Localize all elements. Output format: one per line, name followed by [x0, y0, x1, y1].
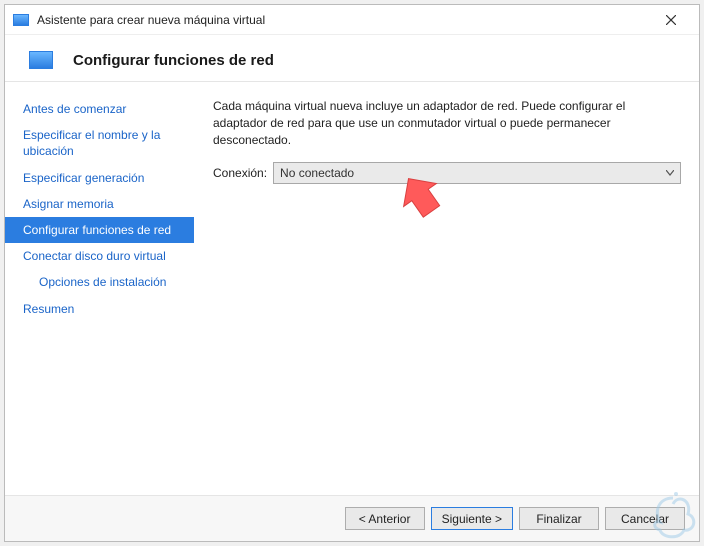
page-title: Configurar funciones de red	[73, 52, 274, 69]
sidebar-step-6[interactable]: Opciones de instalación	[5, 269, 194, 295]
description-text: Cada máquina virtual nueva incluye un ad…	[213, 98, 681, 148]
sidebar-step-1[interactable]: Especificar el nombre y la ubicación	[5, 122, 194, 164]
annotation-arrow-icon	[395, 170, 445, 220]
main-panel: Cada máquina virtual nueva incluye un ad…	[195, 82, 699, 495]
connection-row: Conexión: No conectado	[213, 162, 681, 184]
connection-label: Conexión:	[213, 166, 267, 180]
connection-value: No conectado	[280, 166, 666, 180]
sidebar-step-7[interactable]: Resumen	[5, 296, 194, 322]
wizard-footer: < Anterior Siguiente > Finalizar Cancela…	[5, 495, 699, 541]
sidebar-step-5[interactable]: Conectar disco duro virtual	[5, 243, 194, 269]
previous-button[interactable]: < Anterior	[345, 507, 425, 530]
chevron-down-icon	[666, 168, 674, 178]
finish-button[interactable]: Finalizar	[519, 507, 599, 530]
window-title: Asistente para crear nueva máquina virtu…	[37, 13, 651, 27]
connection-dropdown[interactable]: No conectado	[273, 162, 681, 184]
sidebar-step-3[interactable]: Asignar memoria	[5, 191, 194, 217]
titlebar: Asistente para crear nueva máquina virtu…	[5, 5, 699, 35]
wizard-body: Antes de comenzarEspecificar el nombre y…	[5, 82, 699, 495]
sidebar-step-2[interactable]: Especificar generación	[5, 165, 194, 191]
wizard-steps-sidebar: Antes de comenzarEspecificar el nombre y…	[5, 82, 195, 495]
close-button[interactable]	[651, 6, 691, 34]
app-icon	[13, 14, 29, 26]
wizard-header: Configurar funciones de red	[5, 35, 699, 82]
header-icon	[29, 51, 53, 69]
sidebar-step-4[interactable]: Configurar funciones de red	[5, 217, 194, 243]
sidebar-step-0[interactable]: Antes de comenzar	[5, 96, 194, 122]
next-button[interactable]: Siguiente >	[431, 507, 513, 530]
cancel-button[interactable]: Cancelar	[605, 507, 685, 530]
wizard-window: Asistente para crear nueva máquina virtu…	[4, 4, 700, 542]
close-icon	[666, 15, 676, 25]
